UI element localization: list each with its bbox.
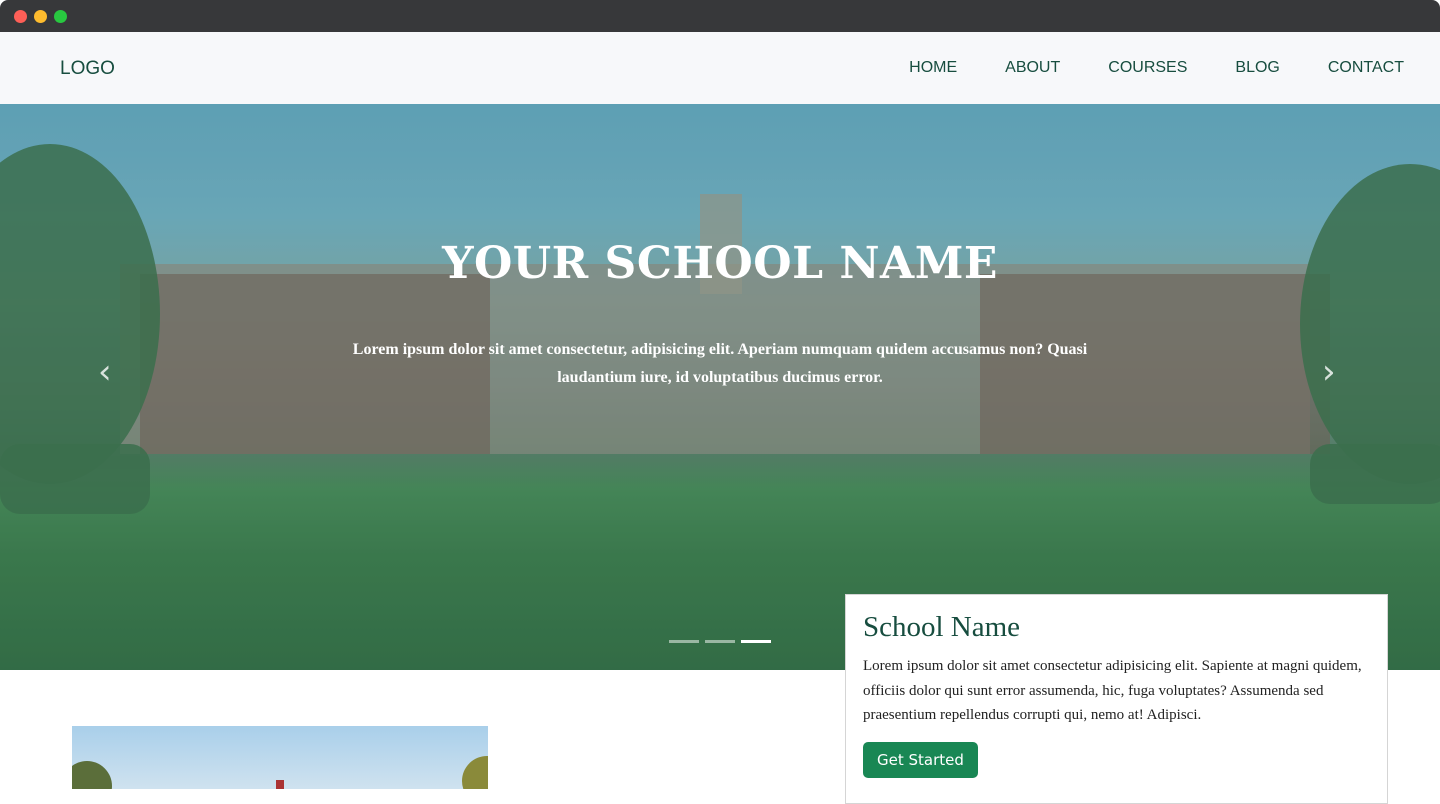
window-titlebar bbox=[0, 0, 1440, 32]
close-window-button[interactable] bbox=[14, 10, 27, 23]
chevron-left-icon[interactable]: ‹ bbox=[98, 352, 112, 392]
carousel-indicator-2[interactable] bbox=[705, 640, 735, 643]
nav-contact[interactable]: CONTACT bbox=[1328, 59, 1404, 77]
chevron-right-icon[interactable]: › bbox=[1322, 352, 1336, 392]
tree bbox=[462, 756, 488, 789]
hero-carousel: YOUR SCHOOL NAME Lorem ipsum dolor sit a… bbox=[0, 104, 1440, 670]
nav-blog[interactable]: BLOG bbox=[1235, 59, 1279, 77]
tower-roof bbox=[276, 780, 284, 789]
nav-about[interactable]: ABOUT bbox=[1005, 59, 1060, 77]
school-image-thumbnail bbox=[72, 726, 488, 789]
hero-title: YOUR SCHOOL NAME bbox=[442, 238, 998, 289]
carousel-indicator-3[interactable] bbox=[741, 640, 771, 643]
hero-subtitle: Lorem ipsum dolor sit amet consectetur, … bbox=[352, 341, 1088, 386]
carousel-indicator-1[interactable] bbox=[669, 640, 699, 643]
nav-courses[interactable]: COURSES bbox=[1108, 59, 1187, 77]
card-title: School Name bbox=[863, 611, 1021, 643]
maximize-window-button[interactable] bbox=[54, 10, 67, 23]
card-text: Lorem ipsum dolor sit amet consectetur a… bbox=[863, 658, 1362, 723]
minimize-window-button[interactable] bbox=[34, 10, 47, 23]
nav-menu: HOME ABOUT COURSES BLOG CONTACT bbox=[909, 59, 1404, 77]
school-info-card: School Name Lorem ipsum dolor sit amet c… bbox=[845, 594, 1388, 804]
logo[interactable]: LOGO bbox=[60, 58, 115, 80]
nav-home[interactable]: HOME bbox=[909, 59, 957, 77]
navbar: LOGO HOME ABOUT COURSES BLOG CONTACT bbox=[0, 32, 1440, 104]
tree bbox=[72, 761, 112, 789]
get-started-button[interactable]: Get Started bbox=[863, 741, 978, 778]
